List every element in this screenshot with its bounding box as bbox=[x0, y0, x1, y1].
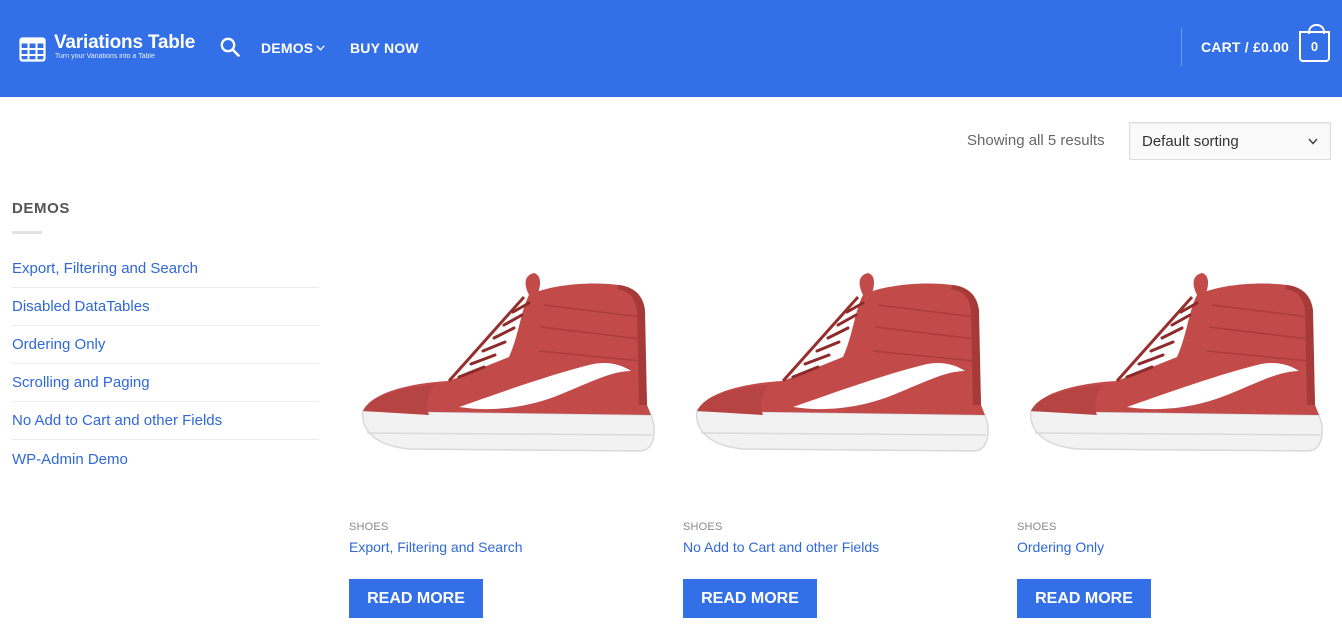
logo-tagline: Turn your Variations into a Table bbox=[55, 53, 155, 60]
chevron-down-icon bbox=[316, 45, 326, 51]
sidebar-item-scrolling-paging[interactable]: Scrolling and Paging bbox=[12, 364, 319, 402]
sidebar-item-no-add-to-cart[interactable]: No Add to Cart and other Fields bbox=[12, 402, 319, 440]
read-more-button[interactable]: READ MORE bbox=[349, 579, 483, 618]
search-icon[interactable] bbox=[220, 37, 240, 57]
sidebar-item-export-filtering-search[interactable]: Export, Filtering and Search bbox=[12, 250, 319, 288]
product-image[interactable] bbox=[1017, 245, 1327, 475]
product-title[interactable]: Ordering Only bbox=[1017, 539, 1104, 555]
logo-title: Variations Table bbox=[54, 32, 196, 53]
product-card: SHOES Ordering Only READ MORE bbox=[1017, 245, 1327, 618]
product-title[interactable]: Export, Filtering and Search bbox=[349, 539, 523, 555]
read-more-button[interactable]: READ MORE bbox=[683, 579, 817, 618]
site-logo[interactable]: Variations Table Turn your Variations in… bbox=[19, 33, 195, 64]
sidebar-title: DEMOS bbox=[12, 200, 71, 217]
product-category: SHOES bbox=[683, 521, 723, 533]
nav-buy-now[interactable]: BUY NOW bbox=[350, 40, 419, 56]
sidebar-item-disabled-datatables[interactable]: Disabled DataTables bbox=[12, 288, 319, 326]
site-header: Variations Table Turn your Variations in… bbox=[0, 0, 1342, 97]
nav-demos[interactable]: DEMOS bbox=[261, 40, 326, 56]
sidebar-item-wp-admin-demo[interactable]: WP-Admin Demo bbox=[12, 440, 319, 478]
cart-count-badge[interactable]: 0 bbox=[1299, 24, 1330, 62]
header-divider bbox=[1181, 28, 1182, 66]
product-card: SHOES Export, Filtering and Search READ … bbox=[349, 245, 659, 618]
product-image[interactable] bbox=[349, 245, 659, 475]
sidebar-item-ordering-only[interactable]: Ordering Only bbox=[12, 326, 319, 364]
product-category: SHOES bbox=[1017, 521, 1057, 533]
cart-count: 0 bbox=[1310, 39, 1319, 54]
chevron-down-icon bbox=[1308, 138, 1318, 145]
table-grid-icon bbox=[19, 37, 46, 62]
product-image[interactable] bbox=[683, 245, 993, 475]
results-count: Showing all 5 results bbox=[967, 132, 1105, 149]
product-title[interactable]: No Add to Cart and other Fields bbox=[683, 539, 879, 555]
nav-demos-label: DEMOS bbox=[261, 40, 314, 56]
sort-select[interactable]: Default sorting bbox=[1129, 122, 1331, 160]
sort-selected-label: Default sorting bbox=[1142, 132, 1239, 150]
read-more-button[interactable]: READ MORE bbox=[1017, 579, 1151, 618]
product-category: SHOES bbox=[349, 521, 389, 533]
product-card: SHOES No Add to Cart and other Fields RE… bbox=[683, 245, 993, 618]
sidebar-title-divider bbox=[12, 231, 42, 234]
sidebar-list: Export, Filtering and Search Disabled Da… bbox=[12, 250, 319, 478]
cart-link[interactable]: CART / £0.00 bbox=[1201, 39, 1289, 55]
